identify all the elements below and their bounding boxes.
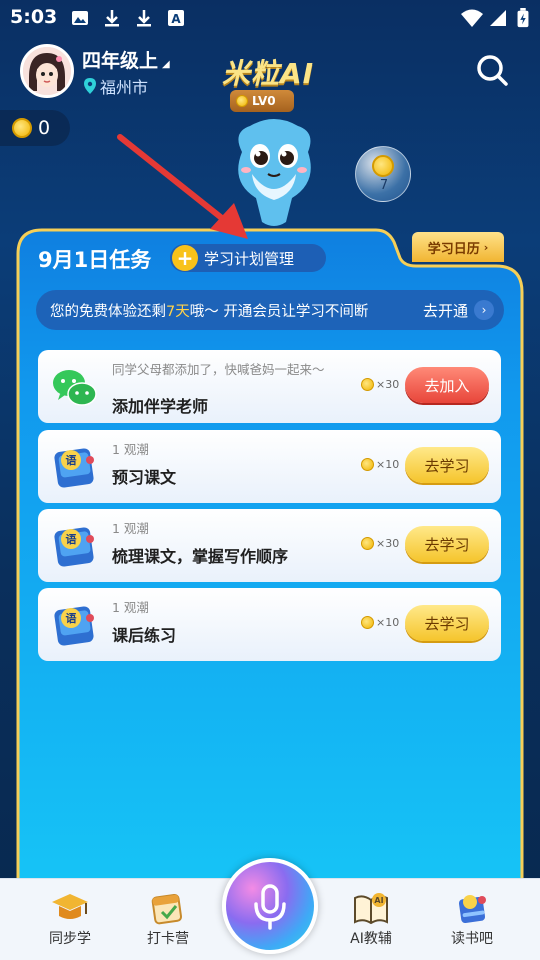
study-calendar-label: 学习日历 <box>427 241 480 257</box>
svg-text:语: 语 <box>66 453 77 467</box>
nav-label: 同步学 <box>49 931 91 947</box>
book-reading-icon <box>458 895 486 924</box>
voice-input-button[interactable] <box>222 858 318 954</box>
svg-text:AI: AI <box>374 896 383 905</box>
chinese-book-icon: 语 <box>54 606 94 646</box>
calendar-check-icon <box>151 893 183 925</box>
chinese-book-icon: 语 <box>54 448 94 488</box>
nav-checkin-camp[interactable]: 打卡营 <box>128 890 208 948</box>
city-label: 福州市 <box>100 78 149 97</box>
promo-days: 7天 <box>166 303 190 320</box>
download-icon <box>137 10 151 27</box>
image-icon <box>72 11 88 25</box>
join-button[interactable]: 去加入 <box>405 367 489 403</box>
bubble-count: 7 <box>379 178 389 193</box>
task-card[interactable]: 语 1 观潮 预习课文 ×10 去学习 <box>38 430 501 503</box>
activate-membership-link[interactable]: 去开通 › <box>423 290 494 330</box>
task-card[interactable]: 语 1 观潮 梳理课文，掌握写作顺序 ×30 去学习 <box>38 509 501 582</box>
signal-icon <box>490 10 506 26</box>
study-button[interactable]: 去学习 <box>405 447 489 483</box>
coin-icon <box>361 458 374 471</box>
task-subtitle: 同学父母都添加了，快喊爸妈一起来～ <box>112 362 325 377</box>
nav-label: 读书吧 <box>451 931 493 947</box>
task-reward: ×10 <box>361 616 399 629</box>
font-icon: A <box>168 10 184 26</box>
coin-icon <box>361 378 374 391</box>
graduation-cap-icon <box>52 894 88 919</box>
task-card[interactable]: 语 1 观潮 课后练习 ×10 去学习 <box>38 588 501 661</box>
membership-promo-banner[interactable]: 您的免费体验还剩 7天 哦～ 开通会员让学习不间断 去开通 › <box>36 290 504 330</box>
microphone-icon <box>254 884 286 930</box>
nav-sync-learn[interactable]: 同步学 <box>30 890 110 948</box>
status-bar: 5:03 A <box>0 0 540 36</box>
red-arrow-annotation <box>117 134 248 239</box>
coin-balance[interactable]: 0 <box>0 110 70 146</box>
chevron-right-icon: › <box>474 300 494 320</box>
task-name: 课后练习 <box>112 626 177 645</box>
city-selector[interactable]: 福州市 <box>84 74 148 98</box>
study-calendar-tab[interactable]: 学习日历 › <box>412 232 504 262</box>
task-reward: ×30 <box>361 378 399 391</box>
grade-selector[interactable]: 四年级上 ◢ <box>82 46 170 73</box>
app-title-logo: 米粒AI <box>222 57 315 90</box>
chinese-book-icon: 语 <box>54 527 94 567</box>
nav-label: AI教辅 <box>350 931 392 947</box>
battery-charging-icon <box>517 8 529 28</box>
reward-amount: ×30 <box>376 378 400 391</box>
reward-bubble[interactable] <box>355 146 411 202</box>
study-button[interactable]: 去学习 <box>405 526 489 562</box>
coin-icon <box>12 118 32 138</box>
task-subtitle: 1 观潮 <box>112 600 149 615</box>
nav-reading-club[interactable]: 读书吧 <box>432 890 512 948</box>
level-badge: LV0 <box>230 90 294 112</box>
search-icon[interactable] <box>474 52 510 88</box>
task-name: 梳理课文，掌握写作顺序 <box>112 547 289 566</box>
study-button[interactable]: 去学习 <box>405 605 489 641</box>
level-label: LV0 <box>252 94 276 108</box>
task-reward: ×30 <box>361 537 399 550</box>
promo-prefix: 您的免费体验还剩 <box>50 303 166 320</box>
task-reward: ×10 <box>361 458 399 471</box>
svg-text:语: 语 <box>66 532 77 546</box>
nav-label: 打卡营 <box>147 931 189 947</box>
level-coin-icon <box>236 95 248 107</box>
ai-book-icon: AI <box>354 893 388 925</box>
wifi-icon <box>461 9 483 27</box>
coin-icon <box>361 537 374 550</box>
chevron-right-icon: › <box>483 240 489 254</box>
grade-label: 四年级上 <box>82 50 159 72</box>
download-icon <box>105 10 119 27</box>
promo-suffix: 哦～ 开通会员让学习不间断 <box>189 303 369 320</box>
girl-avatar-icon <box>23 47 71 95</box>
location-pin-icon <box>84 78 96 94</box>
coin-icon <box>361 616 374 629</box>
task-subtitle: 1 观潮 <box>112 442 149 457</box>
task-card[interactable]: 同学父母都添加了，快喊爸妈一起来～ 添加伴学老师 ×30 去加入 <box>38 350 501 423</box>
caret-icon: ◢ <box>162 59 170 70</box>
task-name: 预习课文 <box>112 468 177 487</box>
svg-text:A: A <box>171 12 181 26</box>
task-subtitle: 1 观潮 <box>112 521 149 536</box>
status-time: 5:03 <box>10 6 58 28</box>
reward-amount: ×10 <box>376 458 400 471</box>
svg-text:语: 语 <box>66 611 77 625</box>
nav-ai-tutor[interactable]: AI AI教辅 <box>331 890 411 948</box>
coin-count: 0 <box>38 117 51 139</box>
avatar[interactable] <box>20 44 74 98</box>
wechat-icon <box>53 370 97 406</box>
activate-label: 去开通 <box>422 301 468 320</box>
study-plan-label: 学习计划管理 <box>204 249 295 268</box>
reward-amount: ×10 <box>376 616 400 629</box>
task-name: 添加伴学老师 <box>112 397 209 416</box>
bubble-coin-icon <box>372 155 394 177</box>
reward-amount: ×30 <box>376 537 400 550</box>
